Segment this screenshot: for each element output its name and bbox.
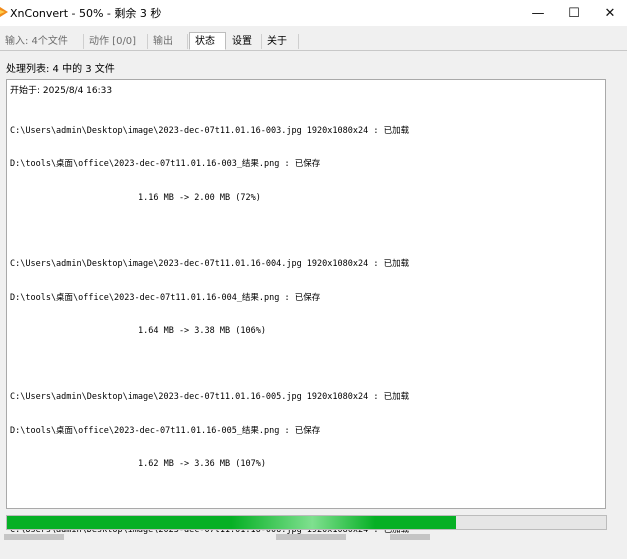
log-size-line: 1.62 MB -> 3.36 MB (107%) <box>138 458 266 469</box>
tab-status[interactable]: 状态 <box>189 32 226 50</box>
close-button[interactable]: ✕ <box>592 0 627 26</box>
minimize-icon: — <box>531 5 545 21</box>
title-bar: XnConvert - 50% - 剩余 3 秒 — ☐ ✕ <box>0 0 627 26</box>
tab-bar: 输入: 4个文件 动作 [0/0] 输出 状态 设置 关于 <box>0 32 627 51</box>
log-source-line: C:\Users\admin\Desktop\image\2023-dec-07… <box>10 392 410 403</box>
maximize-button[interactable]: ☐ <box>556 0 592 26</box>
log-source-line: C:\Users\admin\Desktop\image\2023-dec-07… <box>10 126 410 137</box>
maximize-icon: ☐ <box>568 5 580 21</box>
log-lines: C:\Users\admin\Desktop\image\2023-dec-07… <box>10 104 600 559</box>
log-source-line: C:\Users\admin\Desktop\image\2023-dec-07… <box>10 259 410 270</box>
process-list-label: 处理列表: 4 中的 3 文件 <box>6 64 115 75</box>
xnconvert-app-icon <box>0 7 8 17</box>
progress-bar <box>6 515 607 530</box>
tab-about[interactable]: 关于 <box>262 34 299 49</box>
start-time: 开始于: 2025/8/4 16:33 <box>10 86 113 96</box>
status-bar-strip <box>0 534 627 540</box>
tab-actions[interactable]: 动作 [0/0] <box>84 34 148 49</box>
progress-fill <box>7 516 456 529</box>
close-icon: ✕ <box>604 5 616 21</box>
log-dest-line: D:\tools\桌面\office\2023-dec-07t11.01.16-… <box>10 292 321 303</box>
tab-settings[interactable]: 设置 <box>227 34 262 49</box>
log-dest-line: D:\tools\桌面\office\2023-dec-07t11.01.16-… <box>10 159 321 170</box>
status-log[interactable]: 开始于: 2025/8/4 16:33 C:\Users\admin\Deskt… <box>6 79 606 535</box>
tab-input[interactable]: 输入: 4个文件 <box>0 34 84 49</box>
log-size-line: 1.16 MB -> 2.00 MB (72%) <box>138 192 261 203</box>
window-title: XnConvert - 50% - 剩余 3 秒 <box>10 7 162 20</box>
minimize-button[interactable]: — <box>520 0 556 26</box>
tab-output[interactable]: 输出 <box>148 34 188 49</box>
log-size-line: 1.64 MB -> 3.38 MB (106%) <box>138 325 266 336</box>
log-dest-line: D:\tools\桌面\office\2023-dec-07t11.01.16-… <box>10 425 321 436</box>
